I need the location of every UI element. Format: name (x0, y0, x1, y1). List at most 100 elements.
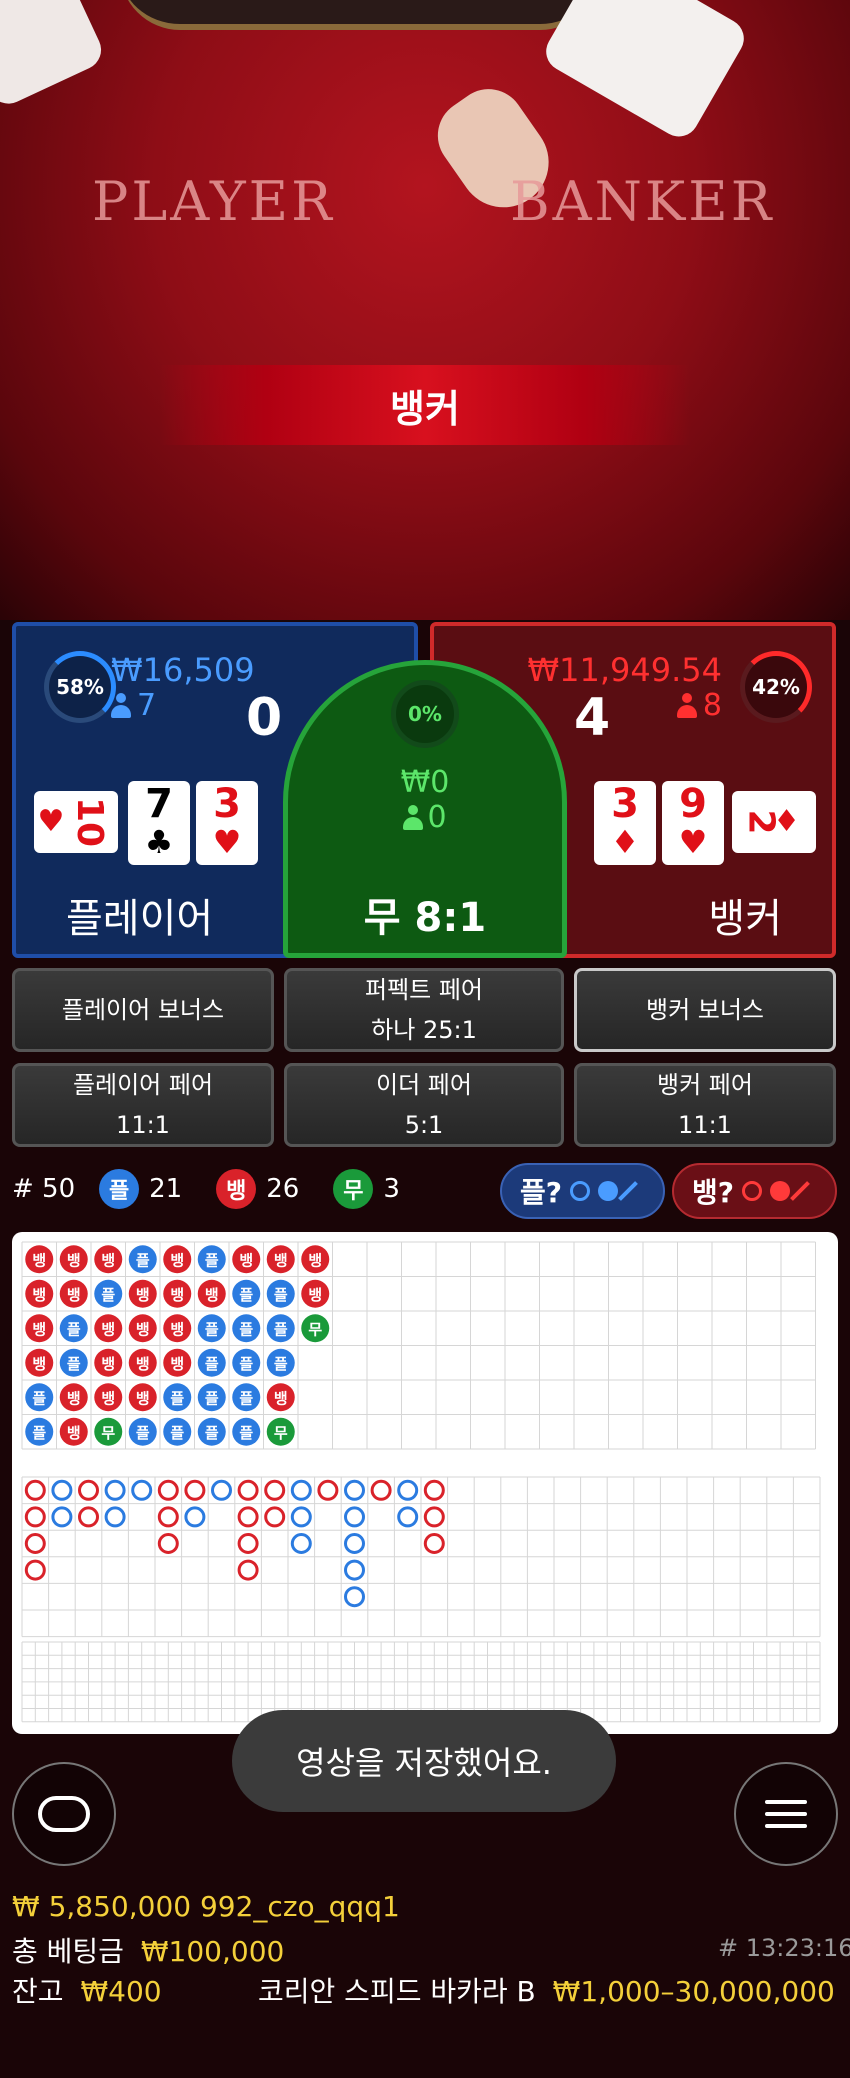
big-road-mark (24, 1533, 46, 1554)
perfect-pair-button[interactable]: 퍼펙트 페어 하나 25:1 (284, 968, 564, 1052)
menu-button[interactable] (734, 1762, 838, 1866)
bead-road-glyph: 뱅 (32, 1251, 46, 1269)
tie-bettor-count: 0 (288, 800, 562, 835)
bead-road-glyph: 뱅 (308, 1251, 322, 1269)
big-road-mark (237, 1533, 259, 1554)
balance-value: ₩400 (80, 1975, 162, 2008)
player-card-second: 3 ♥ (196, 781, 258, 865)
ask-banker-button[interactable]: 뱅? (672, 1163, 837, 1219)
bead-road-glyph: 플 (67, 1320, 81, 1338)
ring-icon (742, 1181, 763, 1201)
bead-road-glyph: 뱅 (205, 1286, 219, 1304)
slash-icon (790, 1181, 810, 1201)
either-pair-button[interactable]: 이더 페어 5:1 (284, 1063, 564, 1147)
table-limits: ₩1,000–30,000,000 (552, 1975, 835, 2008)
bead-road-glyph: 플 (239, 1320, 253, 1338)
big-road-mark (290, 1533, 312, 1554)
bead-road-glyph: 플 (205, 1251, 219, 1269)
player-bonus-label: 플레이어 보너스 (61, 996, 225, 1024)
big-road-mark (184, 1506, 206, 1528)
player-pair-button[interactable]: 플레이어 페어 11:1 (12, 1063, 274, 1147)
tie-bet-spot[interactable]: 0% ₩0 0 무 8:1 (283, 660, 567, 958)
scoreboard-roads[interactable]: 뱅뱅뱅뱅플플뱅뱅플플뱅뱅뱅플뱅뱅뱅무플뱅뱅뱅뱅플뱅뱅뱅뱅플플플뱅플플플플뱅플플플… (12, 1232, 838, 1734)
bead-road-glyph: 플 (205, 1389, 219, 1407)
round-statistics: # 50 플 21 뱅 26 무 3 (12, 1165, 424, 1213)
player-bonus-button[interactable]: 플레이어 보너스 (12, 968, 274, 1052)
big-road-mark (370, 1479, 392, 1501)
bead-road-glyph: 뱅 (136, 1286, 150, 1304)
big-road-mark (51, 1506, 73, 1528)
player-pair-label: 플레이어 페어 (72, 1071, 214, 1099)
live-video-feed: PLAYER BANKER 뱅커 (0, 0, 850, 620)
player-bet-amount: ₩16,509 (111, 651, 255, 689)
big-road-mark (344, 1506, 365, 1528)
banker-win-count: 26 (266, 1174, 300, 1204)
player-bettor-count: 7 (111, 688, 156, 723)
card-rank: 7 (145, 781, 173, 827)
bead-road-glyph: 뱅 (274, 1389, 288, 1407)
player-bettors-value: 7 (137, 688, 157, 723)
player-score: 0 (246, 688, 283, 748)
bead-road-glyph: 플 (205, 1355, 219, 1373)
main-bet-area: 58% ₩16,509 7 0 ♥ 10 7 ♣ 3 ♥ 플레이어 42% ₩11,9… (0, 620, 850, 960)
round-number: # 50 (12, 1174, 76, 1204)
total-bet-label: 총 베팅금 (12, 1935, 124, 1968)
person-icon (111, 692, 131, 719)
roads-grid: 뱅뱅뱅뱅플플뱅뱅플플뱅뱅뱅플뱅뱅뱅무플뱅뱅뱅뱅플뱅뱅뱅뱅플플플뱅플플플플뱅플플플… (21, 1241, 821, 1723)
big-road-mark (51, 1479, 73, 1501)
big-road-mark (78, 1506, 99, 1528)
banker-pair-odds: 11:1 (678, 1111, 732, 1139)
big-road-grid (21, 1476, 821, 1638)
big-road-mark (237, 1479, 259, 1501)
banker-pair-button[interactable]: 뱅커 페어 11:1 (574, 1063, 836, 1147)
big-road-mark (211, 1479, 232, 1501)
banker-bettor-count: 8 (676, 688, 722, 723)
big-road-mark (423, 1533, 445, 1554)
player-percent: 58% (56, 675, 104, 699)
big-road-mark (24, 1479, 46, 1501)
felt-banker-text: BANKER (510, 170, 775, 233)
tie-win-dot: 무 (333, 1169, 374, 1209)
banker-pair-label: 뱅커 페어 (657, 1071, 753, 1099)
bead-road-glyph: 플 (205, 1424, 219, 1442)
bead-road-glyph: 뱅 (136, 1320, 150, 1338)
ask-player-button[interactable]: 플? (500, 1163, 665, 1219)
big-road-mark (397, 1506, 419, 1528)
bead-road-glyph: 플 (239, 1424, 253, 1442)
bead-road-glyph: 뱅 (32, 1355, 46, 1373)
player-card-first: 7 ♣ (128, 781, 190, 865)
perfect-pair-odds: 하나 25:1 (371, 1016, 477, 1044)
big-road-mark (24, 1506, 46, 1528)
card-suit: ♣ (144, 823, 174, 861)
ask-player-label: 플? (520, 1176, 563, 1209)
chat-button[interactable] (12, 1762, 116, 1866)
card-suit: ♦ (610, 823, 640, 861)
banker-card-first: 3 ♦ (594, 781, 656, 865)
bead-road-glyph: 뱅 (101, 1251, 115, 1269)
tie-label: 무 8:1 (363, 895, 487, 941)
round-time: # 13:23:16 (718, 1934, 850, 1962)
banker-label: 뱅커 (708, 896, 782, 942)
bead-road-glyph: 뱅 (170, 1355, 184, 1373)
balance: 잔고 ₩400 (12, 1970, 162, 2010)
person-icon (676, 692, 697, 719)
bead-road-glyph: 뱅 (308, 1286, 322, 1304)
big-road-mark (264, 1506, 286, 1528)
bead-road-glyph: 무 (101, 1424, 115, 1442)
banker-bonus-button[interactable]: 뱅커 보너스 (574, 968, 836, 1052)
ring-icon (570, 1181, 591, 1201)
big-road-mark (184, 1479, 206, 1501)
player-label: 플레이어 (66, 896, 214, 942)
tie-win-count: 3 (383, 1174, 400, 1204)
bead-road-glyph: 뱅 (32, 1286, 46, 1304)
big-road-mark (237, 1506, 259, 1528)
bead-road-glyph: 플 (239, 1286, 253, 1304)
bead-road-glyph: 뱅 (101, 1389, 115, 1407)
big-road-mark (131, 1479, 153, 1501)
slash-icon (618, 1181, 638, 1201)
tie-percent-ring: 0% (391, 680, 459, 748)
banker-percent-ring: 42% (740, 651, 812, 723)
bead-road-glyph: 뱅 (67, 1251, 81, 1269)
dealer-sleeve (0, 0, 108, 111)
player-pair-odds: 11:1 (116, 1111, 170, 1139)
